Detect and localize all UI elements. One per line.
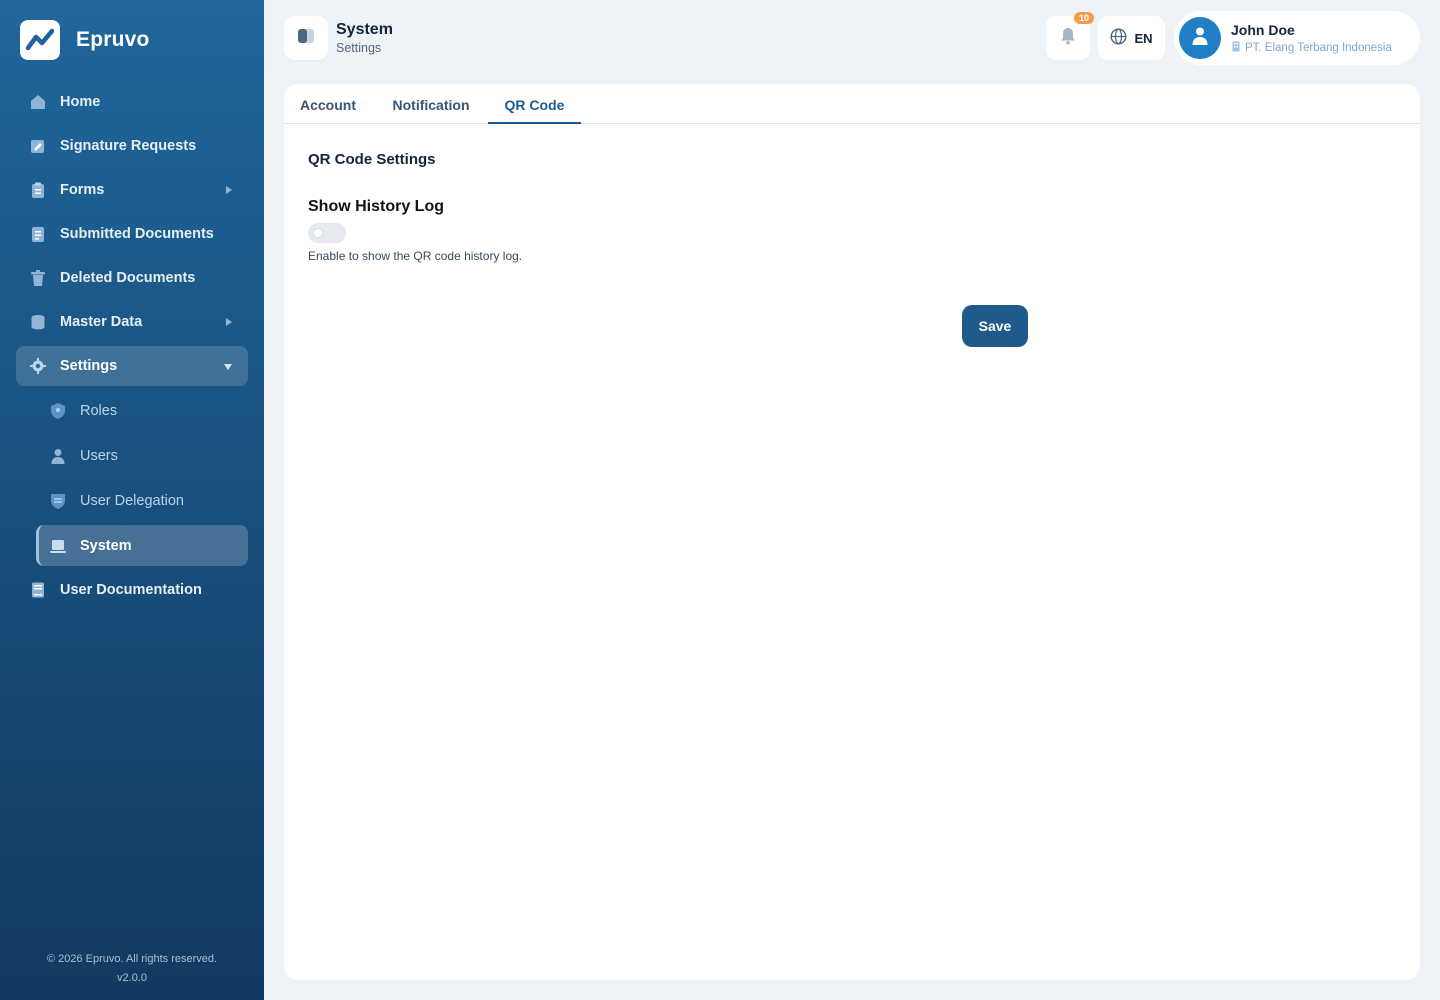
- brand-name: Epruvo: [76, 28, 150, 51]
- trash-icon: [30, 270, 46, 286]
- sidebar-item-label: Users: [80, 447, 118, 464]
- user-icon: [50, 448, 66, 464]
- chevron-right-icon: [226, 314, 232, 330]
- user-org: PT. Elang Terbang Indonesia: [1231, 41, 1392, 55]
- user-avatar-icon: [1191, 26, 1209, 51]
- globe-icon: [1110, 28, 1134, 48]
- section-title: QR Code Settings: [308, 151, 436, 168]
- sidebar-item-signature-requests[interactable]: Signature Requests: [16, 126, 248, 166]
- sidebar-item-label: Settings: [60, 358, 118, 374]
- sidebar-item-label: Roles: [80, 402, 118, 419]
- language-selector[interactable]: EN: [1098, 16, 1165, 60]
- tab-qr-code[interactable]: QR Code: [488, 84, 581, 124]
- sidebar-item-label: Home: [60, 94, 101, 110]
- sidebar-item-label: System: [80, 537, 132, 554]
- database-icon: [30, 314, 46, 330]
- sidebar-item-label: User Delegation: [80, 492, 184, 509]
- sidebar-item-label: Signature Requests: [60, 138, 197, 154]
- sidebar-item-settings[interactable]: Settings: [16, 346, 248, 386]
- user-name: John Doe: [1231, 21, 1295, 38]
- laptop-icon: [50, 538, 66, 554]
- sidebar-item-user-delegation[interactable]: User Delegation: [36, 480, 248, 521]
- sidebar-item-label: Master Data: [60, 314, 143, 330]
- sidebar: Epruvo Home Signature Requests Forms Sub…: [0, 0, 264, 1000]
- delegation-icon: [50, 493, 66, 509]
- sidebar-toggle-button[interactable]: [284, 16, 328, 60]
- sidebar-nav: Home Signature Requests Forms Submitted …: [16, 82, 248, 614]
- save-button[interactable]: Save: [962, 305, 1028, 347]
- user-org-label: PT. Elang Terbang Indonesia: [1245, 41, 1392, 54]
- clipboard-icon: [30, 182, 46, 198]
- settings-panel: Account Notification QR Code QR Code Set…: [284, 84, 1420, 980]
- settings-tabs: Account Notification QR Code: [284, 84, 1420, 124]
- building-icon: [1231, 41, 1245, 55]
- sidebar-footer: © 2026 Epruvo. All rights reserved. v2.0…: [0, 950, 264, 988]
- settings-submenu: Roles Users User Delegation System: [36, 390, 248, 566]
- language-code: EN: [1134, 30, 1153, 46]
- page-subtitle: Settings: [336, 41, 382, 55]
- show-history-log-helper: Enable to show the QR code history log.: [308, 249, 523, 263]
- gear-icon: [30, 358, 46, 374]
- panel-icon: [297, 28, 315, 49]
- shield-icon: [50, 402, 66, 419]
- sidebar-item-forms[interactable]: Forms: [16, 170, 248, 210]
- sidebar-item-master-data[interactable]: Master Data: [16, 302, 248, 342]
- notification-button[interactable]: 10: [1046, 12, 1094, 60]
- user-menu[interactable]: John Doe PT. Elang Terbang Indonesia: [1174, 11, 1420, 65]
- signature-icon: [30, 138, 46, 154]
- document-icon: [30, 226, 46, 242]
- brand-logo-icon: [20, 20, 60, 60]
- sidebar-item-user-documentation[interactable]: User Documentation: [16, 570, 248, 610]
- chevron-down-icon: [224, 358, 232, 374]
- page-title: System: [336, 21, 393, 38]
- brand[interactable]: Epruvo: [20, 20, 150, 60]
- bell-icon: [1060, 27, 1076, 50]
- sidebar-item-label: User Documentation: [60, 582, 202, 598]
- sidebar-item-roles[interactable]: Roles: [36, 390, 248, 431]
- sidebar-item-label: Deleted Documents: [60, 270, 196, 286]
- show-history-log-label: Show History Log: [308, 198, 444, 215]
- sidebar-item-label: Forms: [60, 182, 105, 198]
- copyright-text: © 2026 Epruvo. All rights reserved.: [46, 953, 218, 965]
- page-header: System Settings: [284, 16, 393, 60]
- notification-count-badge: 10: [1073, 12, 1094, 24]
- sidebar-item-submitted-documents[interactable]: Submitted Documents: [16, 214, 248, 254]
- toggle-knob: [313, 228, 323, 238]
- sidebar-item-deleted-documents[interactable]: Deleted Documents: [16, 258, 248, 298]
- tab-account[interactable]: Account: [300, 84, 356, 124]
- sidebar-item-label: Submitted Documents: [60, 226, 214, 242]
- show-history-log-toggle[interactable]: [308, 223, 346, 243]
- sidebar-item-system[interactable]: System: [36, 525, 248, 566]
- chevron-right-icon: [226, 182, 232, 198]
- avatar: [1179, 17, 1221, 59]
- home-icon: [30, 94, 46, 110]
- sidebar-item-home[interactable]: Home: [16, 82, 248, 122]
- book-icon: [30, 582, 46, 598]
- version-text: v2.0.0: [117, 972, 147, 984]
- sidebar-item-users[interactable]: Users: [36, 435, 248, 476]
- tab-notification[interactable]: Notification: [389, 84, 473, 124]
